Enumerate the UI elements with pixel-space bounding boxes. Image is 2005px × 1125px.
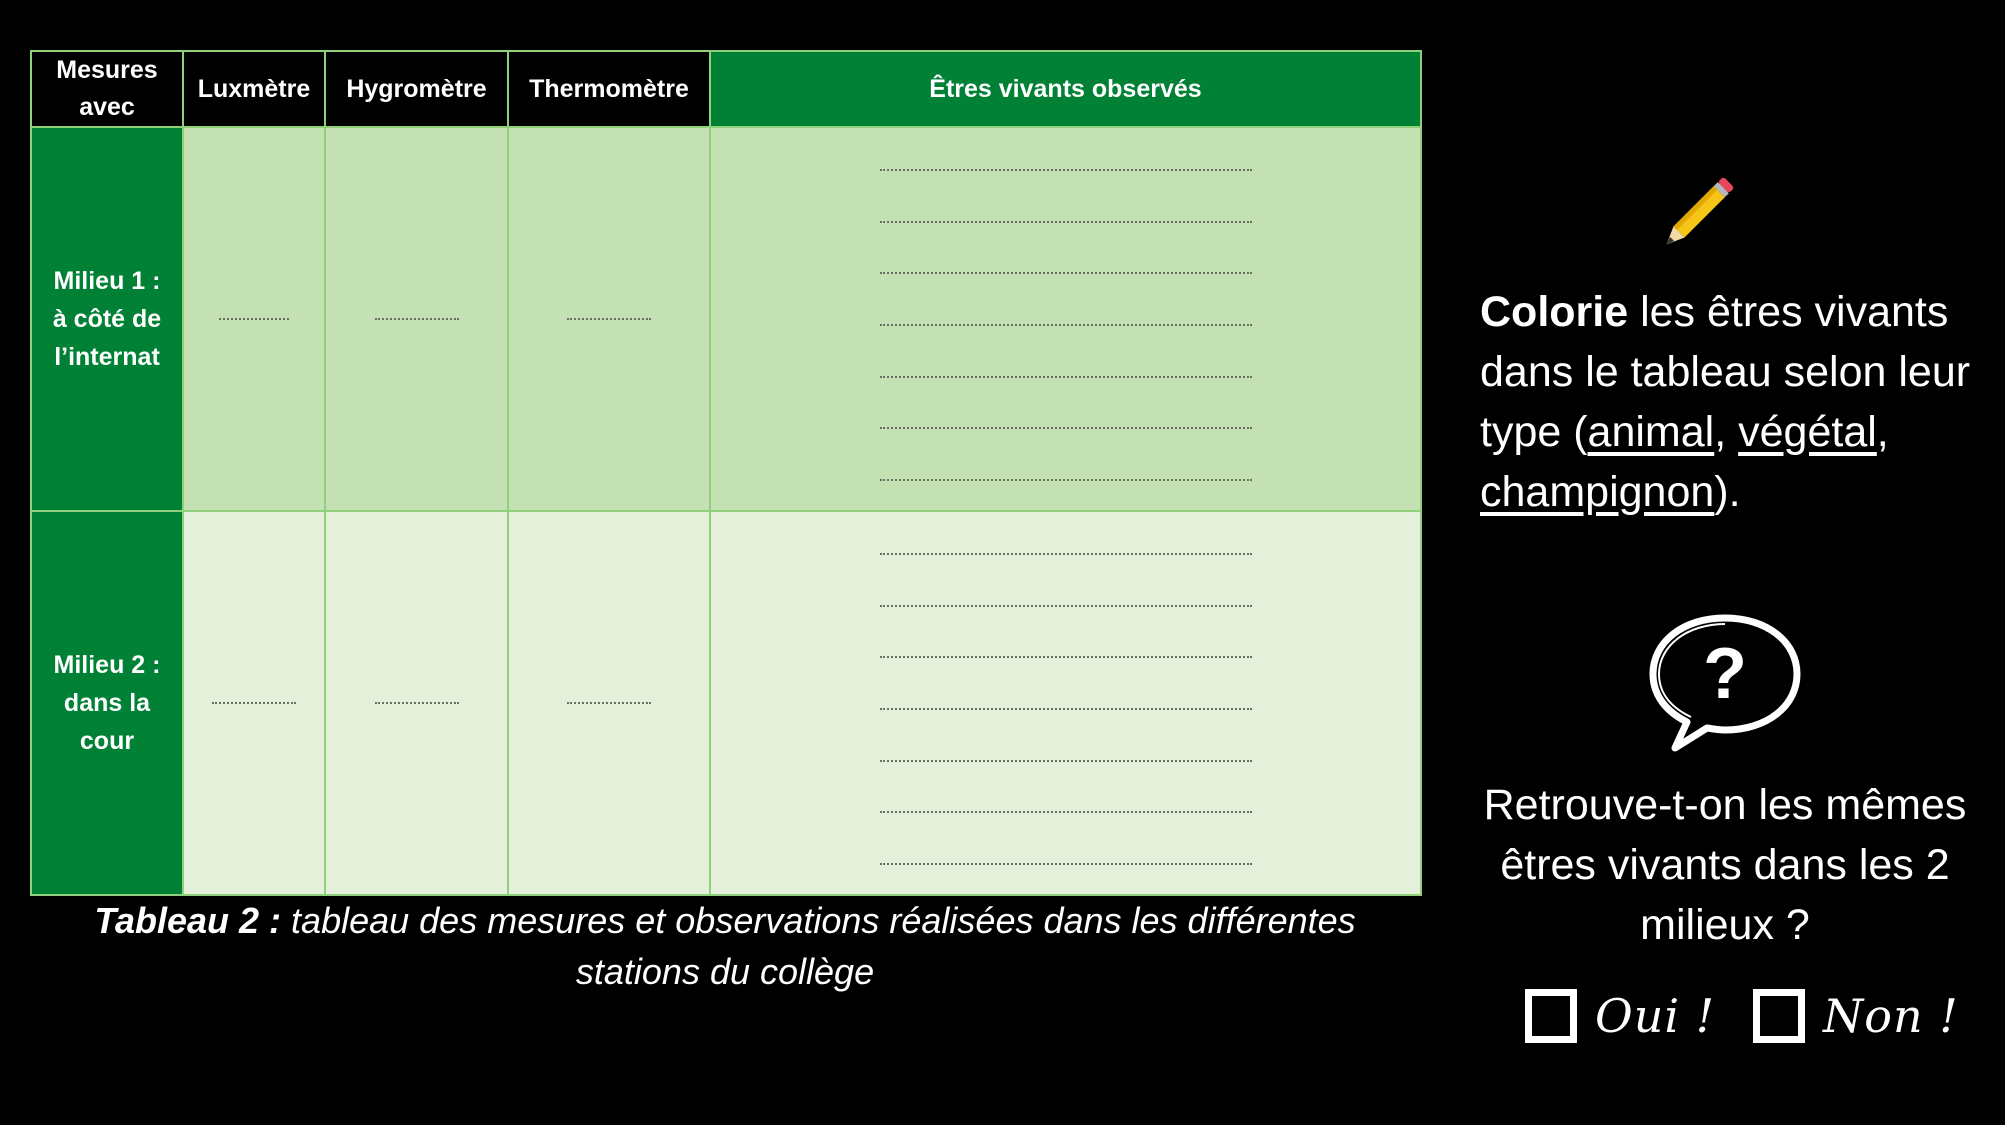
answer-dotted-line <box>879 862 1252 865</box>
type-vegetal: végétal <box>1738 408 1877 456</box>
answer-dotted-line <box>879 656 1252 659</box>
question-bubble-icon: ? <box>1649 614 1801 752</box>
oui-checkbox[interactable] <box>1525 989 1577 1043</box>
question-text: Retrouve-t-on les mêmes êtres vivants da… <box>1483 781 1967 949</box>
answer-dotted-line <box>567 702 651 704</box>
choice-non[interactable]: Non ! <box>1753 986 1959 1046</box>
row-label-line: dans la <box>63 689 151 717</box>
answer-dotted-line <box>879 427 1252 430</box>
answer-lines <box>879 541 1252 865</box>
row-label-line: cour <box>79 727 135 755</box>
header-luxmetre: Luxmètre <box>182 50 326 128</box>
type-animal: animal <box>1587 408 1715 456</box>
table-row-milieu-1: Milieu 1 : à côté de l’internat <box>30 126 1422 512</box>
answer-dotted-line <box>219 318 289 320</box>
instruction-separator: , <box>1876 408 1889 456</box>
answer-dotted-line <box>879 604 1252 607</box>
header-mesures-avec: Mesures avec <box>30 50 184 128</box>
luxmetre-answer-cell-1[interactable] <box>182 126 326 512</box>
header-hygrometre: Hygromètre <box>324 50 509 128</box>
instruction-verb: Colorie <box>1480 288 1629 336</box>
answer-lines <box>879 157 1252 481</box>
row-label-line: Milieu 2 : <box>53 651 161 679</box>
thermometre-answer-cell-2[interactable] <box>507 510 711 896</box>
row-label-milieu-1: Milieu 1 : à côté de l’internat <box>30 126 184 512</box>
hygrometre-answer-cell-1[interactable] <box>324 126 509 512</box>
pencil-icon <box>1666 177 1734 245</box>
answer-dotted-line <box>374 702 459 704</box>
answer-dotted-line <box>374 318 459 320</box>
caption-text: tableau des mesures et observations réal… <box>281 900 1356 992</box>
instruction-end: ). <box>1714 468 1741 516</box>
answer-dotted-line <box>879 707 1252 710</box>
choice-oui[interactable]: Oui ! <box>1525 986 1715 1046</box>
etres-vivants-answer-cell-2[interactable] <box>709 510 1422 896</box>
answer-dotted-line <box>879 553 1252 555</box>
answer-dotted-line <box>879 220 1252 223</box>
answer-dotted-line <box>879 323 1252 326</box>
row-label-line: l’internat <box>54 343 160 371</box>
answer-dotted-line <box>879 272 1252 275</box>
coloring-instruction: Colorie les êtres vivants dans le tablea… <box>1480 282 1990 522</box>
answer-dotted-line <box>212 702 296 704</box>
oui-label: Oui ! <box>1595 989 1716 1043</box>
row-label-milieu-2: Milieu 2 : dans la cour <box>30 510 184 896</box>
row-label-line: Milieu 1 : <box>53 267 161 295</box>
non-checkbox[interactable] <box>1753 989 1805 1043</box>
answer-dotted-line <box>879 759 1252 762</box>
hygrometre-answer-cell-2[interactable] <box>324 510 509 896</box>
answer-dotted-line <box>879 478 1252 481</box>
header-etres-vivants: Êtres vivants observés <box>709 50 1422 128</box>
instruction-separator: , <box>1714 408 1739 456</box>
header-thermometre: Thermomètre <box>507 50 711 128</box>
answer-dotted-line <box>879 375 1252 378</box>
svg-text:?: ? <box>1703 634 1747 714</box>
non-label: Non ! <box>1823 989 1959 1043</box>
luxmetre-answer-cell-2[interactable] <box>182 510 326 896</box>
row-label-line: à côté de <box>52 305 162 333</box>
answer-dotted-line <box>879 169 1252 171</box>
table-row-milieu-2: Milieu 2 : dans la cour <box>30 510 1422 896</box>
answer-dotted-line <box>879 811 1252 814</box>
table-caption: Tableau 2 : tableau des mesures et obser… <box>30 895 1420 997</box>
answer-dotted-line <box>567 318 651 320</box>
table-header-row: Mesures avec Luxmètre Hygromètre Thermom… <box>30 50 1422 128</box>
measurements-table: Mesures avec Luxmètre Hygromètre Thermom… <box>30 50 1422 896</box>
caption-title: Tableau 2 : <box>94 900 282 941</box>
type-champignon: champignon <box>1480 468 1715 516</box>
etres-vivants-answer-cell-1[interactable] <box>709 126 1422 512</box>
thermometre-answer-cell-1[interactable] <box>507 126 711 512</box>
